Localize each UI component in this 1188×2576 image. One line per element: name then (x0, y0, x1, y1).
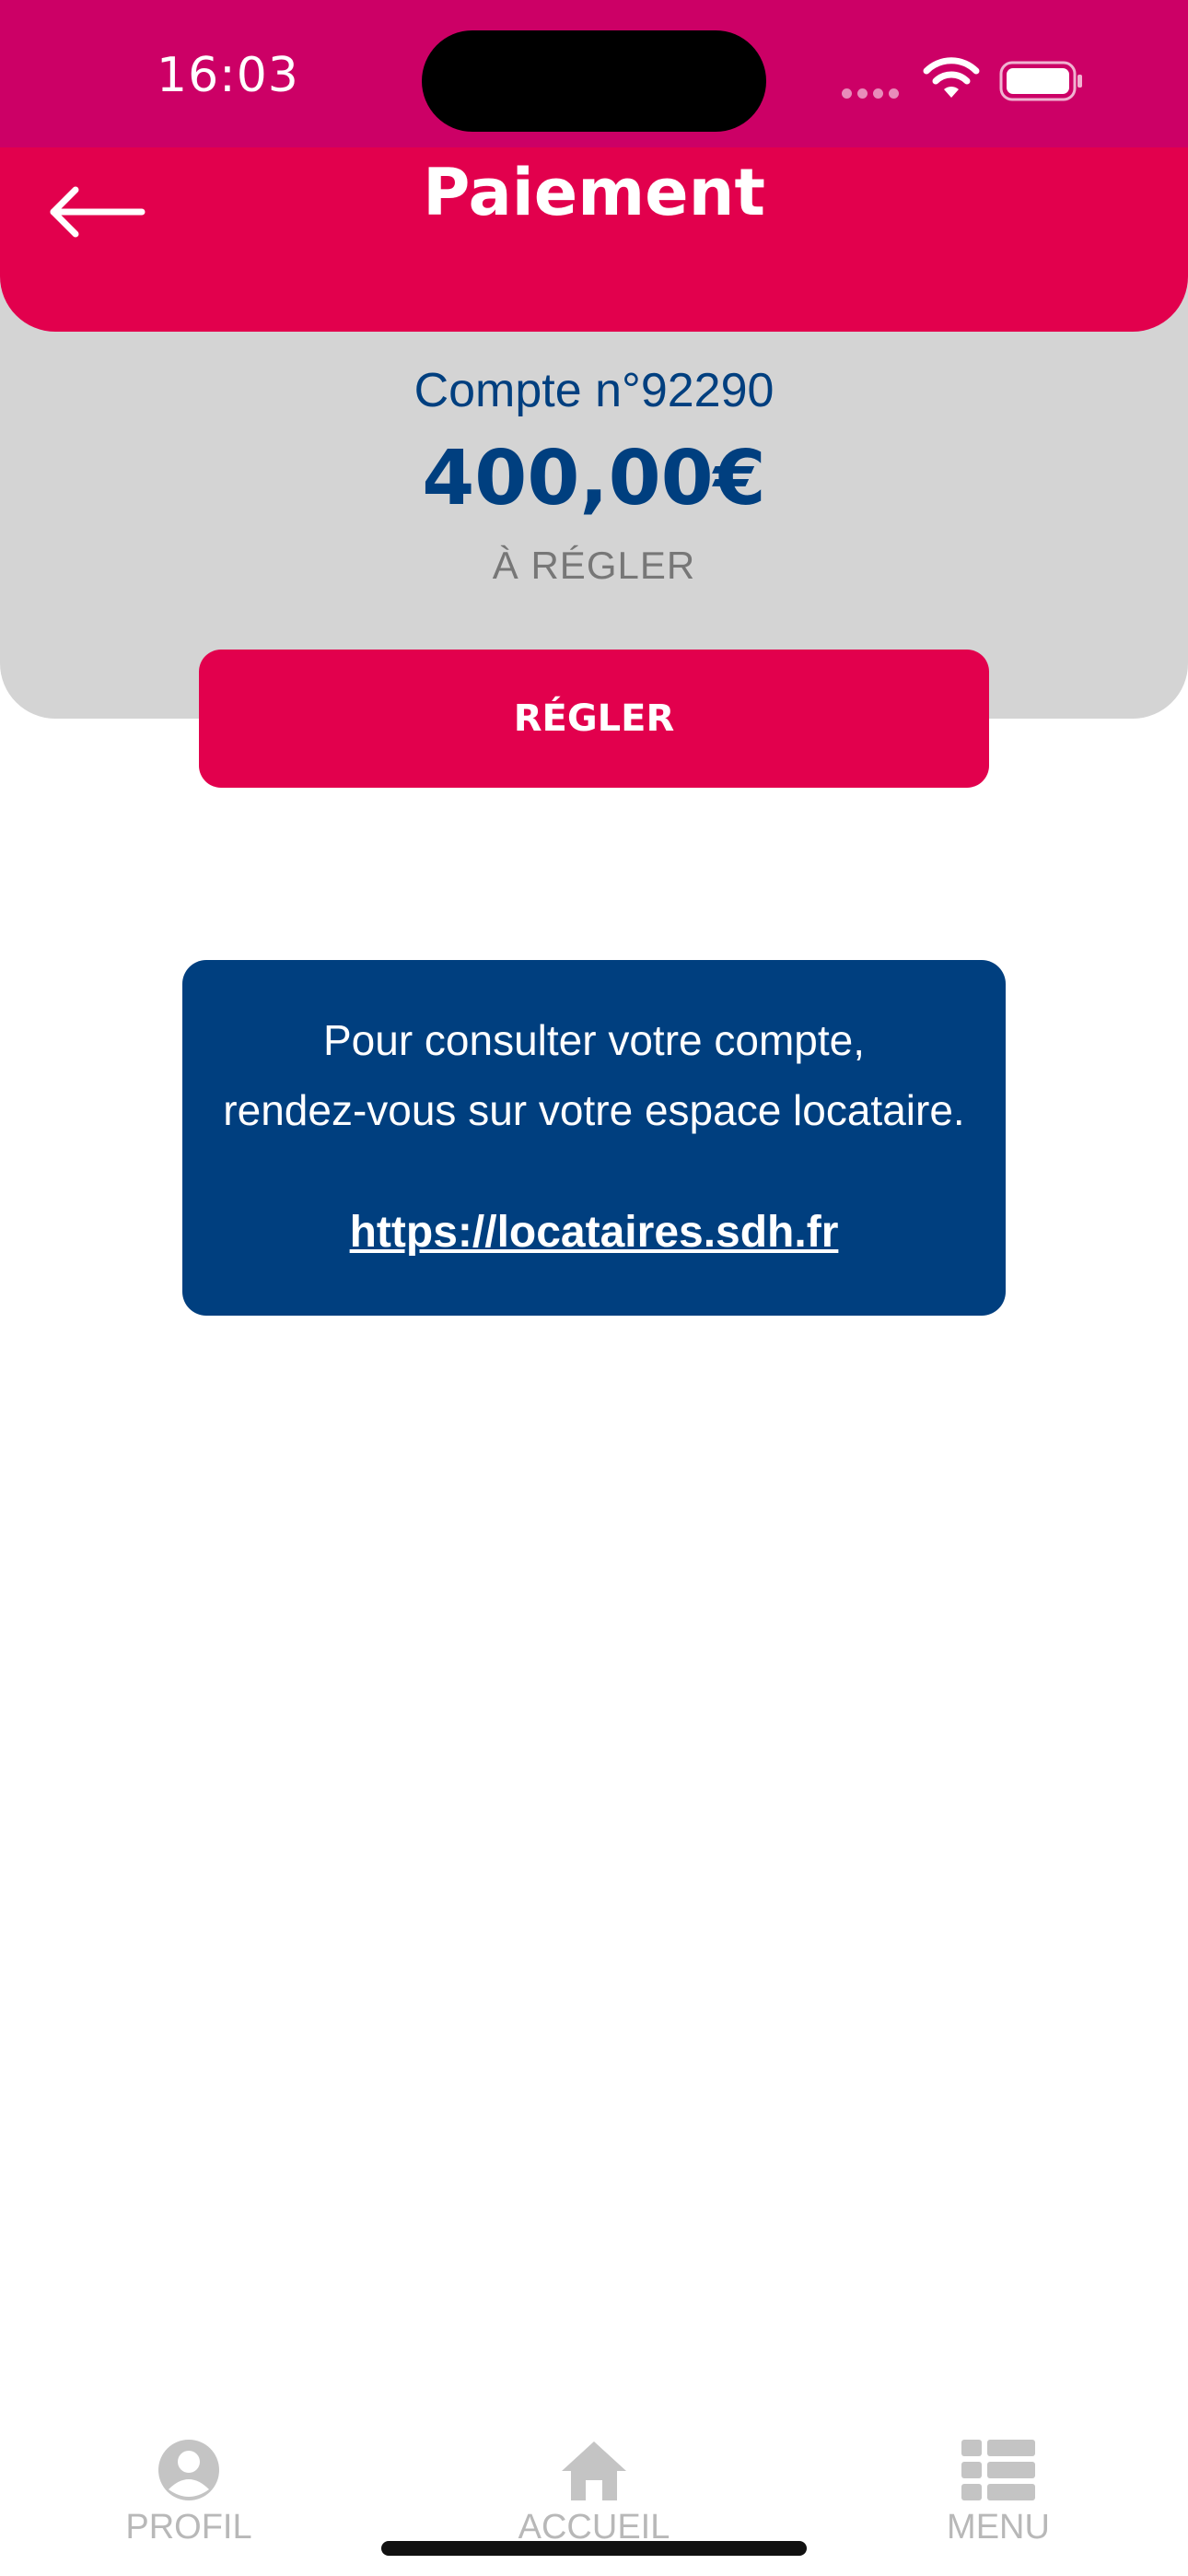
info-text-line1: Pour consulter votre compte, (322, 1016, 866, 1064)
tab-label: MENU (947, 2508, 1050, 2547)
info-text-line2: rendez-vous sur votre espace locataire. (223, 1086, 965, 1134)
tab-accueil[interactable]: ACCUEIL (474, 2438, 714, 2547)
tab-label: PROFIL (125, 2508, 252, 2547)
status-time: 16:03 (157, 48, 299, 103)
tab-profil[interactable]: PROFIL (69, 2438, 309, 2547)
home-indicator[interactable] (381, 2541, 807, 2556)
cellular-signal-icon (842, 87, 904, 103)
battery-icon (999, 61, 1082, 101)
page-title: Paiement (423, 155, 765, 230)
user-circle-icon (158, 2440, 219, 2500)
status-bar: 16:03 (0, 0, 1188, 152)
info-card: Pour consulter votre compte, rendez-vous… (182, 960, 1006, 1316)
home-icon (562, 2441, 626, 2500)
dynamic-island (422, 30, 766, 132)
amount-due: 400,00€ (422, 435, 766, 522)
account-number: Compte n°92290 (413, 364, 775, 417)
pay-button[interactable]: RÉGLER (199, 650, 989, 788)
wifi-icon (923, 57, 980, 98)
list-icon (961, 2440, 1035, 2500)
amount-status: À RÉGLER (492, 544, 696, 587)
tenant-portal-link[interactable]: https://locataires.sdh.fr (182, 1207, 1006, 1258)
app-header: Paiement (0, 147, 1188, 332)
tab-menu[interactable]: MENU (879, 2438, 1118, 2547)
